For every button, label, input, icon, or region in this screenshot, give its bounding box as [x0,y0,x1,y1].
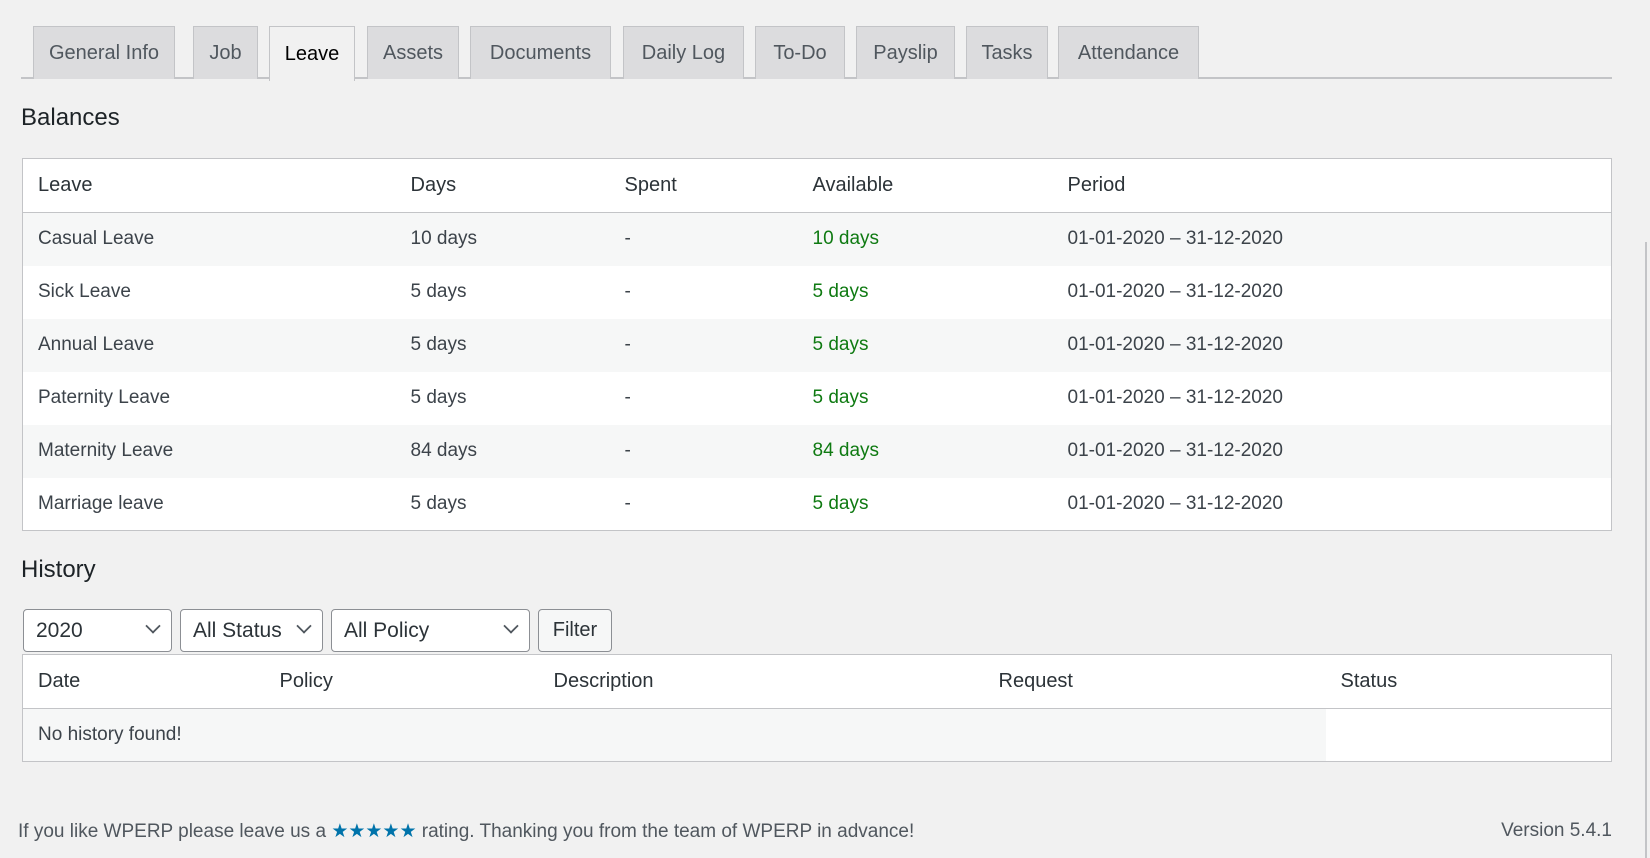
col-policy: Policy [264,654,539,709]
leave-name: Marriage leave [38,492,164,514]
leave-days: 5 days [410,387,467,408]
chevron-down-icon [145,618,161,634]
leave-period: 01-01-2020 – 31-12-2020 [1052,318,1612,372]
footer-text: If you like WPERP please leave us a ★★★★… [18,820,914,843]
version-text: Version 5.4.1 [1501,820,1612,841]
leave-name: Annual Leave [22,318,396,372]
tab-assets[interactable]: Assets [367,26,459,79]
tab-to-do[interactable]: To-Do [755,26,845,79]
col-status: Status [1325,654,1612,709]
leave-name: Paternity Leave [38,387,171,408]
filter-button[interactable]: Filter [538,609,612,652]
table-row: Maternity Leave 84 days -84 days 01-01-2020… [22,424,1612,478]
leave-period: 01-01-2020 – 31-12-2020 [1067,281,1284,302]
tab-payslip[interactable]: Payslip [856,26,955,79]
tab-bar: General Info Job Leave Assets Documents … [21,26,1612,81]
leave-days: 10 days [395,212,610,266]
col-period: Period [1052,158,1612,213]
col-available: Available [797,158,1053,213]
leave-available: 5 days [812,281,869,302]
leave-spent: - [624,281,631,302]
table-row: Paternity Leave 5 days - 5 days 01-01-2020 –… [23,372,1612,425]
balances-heading: Balances [21,104,120,131]
policy-select[interactable]: All Policy [331,609,530,652]
rating-stars-link[interactable]: ★★★★★ [331,821,416,842]
status-value: All Status [193,618,282,642]
tab-leave[interactable]: Leave [269,26,355,81]
tab-attendance[interactable]: Attendance [1058,26,1199,79]
policy-value: All Policy [344,618,430,642]
leave-name: Sick Leave [38,281,131,302]
chevron-down-icon [296,618,312,634]
table-row: Sick Leave 5 days - 5 days 01-01-2020 – 31-1… [23,266,1612,319]
col-date: Date [22,654,265,709]
leave-available: 5 days [797,318,1053,372]
history-table: Date Policy Description Request Status N… [22,654,1612,762]
table-row: Annual Leave 5 days -5 days 01-01-2020 – 31… [22,318,1612,372]
leave-days: 5 days [395,318,610,372]
tab-documents[interactable]: Documents [470,26,611,79]
table-row: Casual Leave 10 days -10 days 01-01-2020 – … [22,212,1612,266]
leave-days: 5 days [410,492,467,514]
tab-tasks[interactable]: Tasks [966,26,1048,79]
empty-message: No history found! [22,708,1326,762]
footer-post: rating. Thanking you from the team of WP… [416,821,915,842]
status-select[interactable]: All Status [180,609,323,652]
leave-available: 5 days [812,492,869,514]
scrollbar[interactable] [1645,242,1647,858]
leave-spent: - [609,212,798,266]
tab-general-info[interactable]: General Info [33,26,175,79]
leave-days: 5 days [410,281,467,302]
leave-available: 5 days [812,387,869,408]
leave-period: 01-01-2020 – 31-12-2020 [1067,492,1284,514]
tab-daily-log[interactable]: Daily Log [623,26,744,79]
leave-available: 10 days [797,212,1053,266]
leave-name: Maternity Leave [22,424,396,478]
tab-job[interactable]: Job [193,26,258,79]
year-value: 2020 [36,618,83,642]
leave-period: 01-01-2020 – 31-12-2020 [1052,424,1612,478]
col-days: Days [395,158,610,213]
footer-pre: If you like WPERP please leave us a [18,821,332,842]
leave-period: 01-01-2020 – 31-12-2020 [1052,212,1612,266]
year-select[interactable]: 2020 [23,609,172,652]
leave-available: 84 days [797,424,1053,478]
col-spent: Spent [609,158,798,213]
leave-name: Casual Leave [22,212,396,266]
history-heading: History [21,556,96,583]
chevron-down-icon [503,618,519,634]
table-row: Marriage leave 5 days - 5 days 01-01-2020 – … [23,478,1612,531]
leave-spent: - [609,424,798,478]
leave-spent: - [609,318,798,372]
col-description: Description [538,654,984,709]
leave-days: 84 days [395,424,610,478]
col-leave: Leave [22,158,396,213]
leave-spent: - [624,492,631,514]
col-request: Request [983,654,1326,709]
leave-spent: - [624,387,631,408]
balances-table: Leave Days Spent Available Period Casual… [22,158,1612,531]
leave-period: 01-01-2020 – 31-12-2020 [1067,387,1284,408]
